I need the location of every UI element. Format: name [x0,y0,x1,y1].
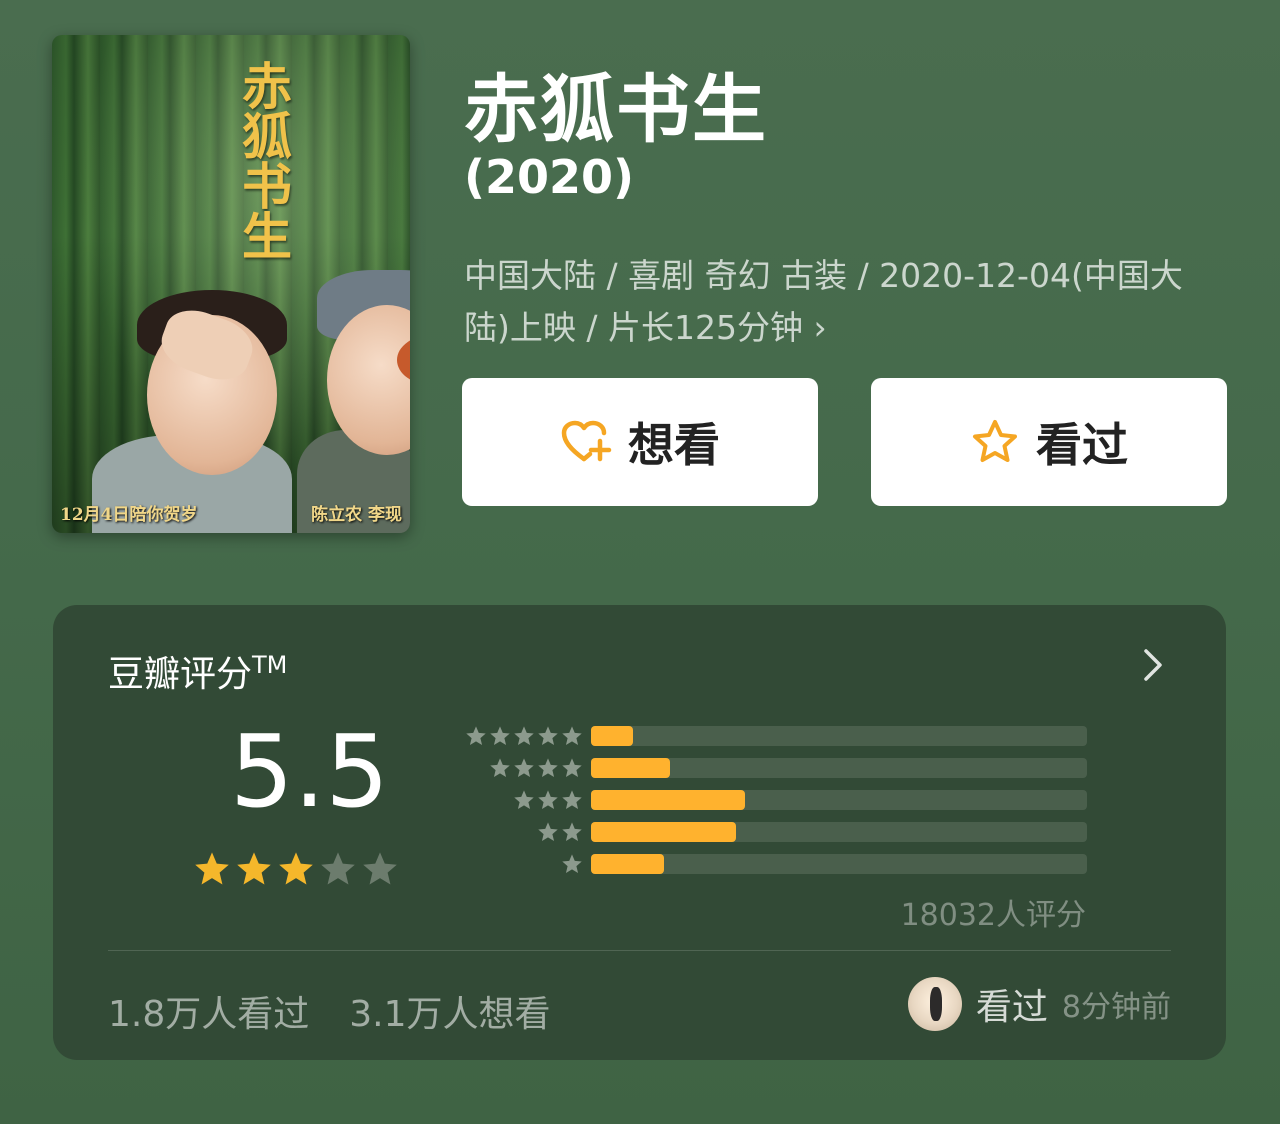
friend-activity[interactable]: 看过 8分钟前 [907,977,1171,1031]
watch-stats: 1.8万人看过 3.1万人想看 [108,985,551,1037]
movie-title: 赤狐书生 [464,67,768,153]
star-icon [466,726,486,745]
rating-bar-row [448,725,1093,747]
poster-release-caption: 12月4日陪你贺岁 [60,505,198,525]
rating-card-title: 豆瓣评分TM [108,645,287,697]
star-icon [538,726,558,745]
rating-bar-fill [591,822,736,842]
rating-score: 5.5 [230,713,390,830]
divider [108,950,1171,951]
rating-bar-stars [537,821,583,843]
star-icon [490,758,510,777]
seen-button-label: 看过 [1036,418,1128,472]
rating-bar-row [448,853,1093,875]
rating-title-text: 豆瓣评分 [108,654,253,695]
star-icon [279,852,313,885]
rating-bar-track [591,726,1087,746]
star-icon [562,758,582,777]
movie-poster[interactable]: 赤狐书生 12月4日陪你贺岁 陈立农 李现 [52,35,410,533]
rating-bar-row [448,821,1093,843]
poster-cast-caption: 陈立农 李现 [311,505,402,525]
star-icon [514,726,534,745]
star-icon [538,758,558,777]
rating-bar-stars [513,789,583,811]
friend-time: 8分钟前 [1061,990,1171,1025]
star-icon [195,852,229,885]
seen-button[interactable]: 看过 [871,378,1227,506]
star-icon [562,726,582,745]
rating-bar-stars [561,853,583,875]
rating-bar-fill [591,758,671,778]
star-outline-icon [973,420,1017,462]
star-icon [514,790,534,809]
trademark-mark: TM [252,651,288,679]
seen-count[interactable]: 1.8万人看过 [108,985,309,1037]
rating-bar-fill [591,726,633,746]
star-icon [363,852,397,885]
star-icon [562,854,582,873]
star-icon [538,822,558,841]
movie-year: (2020) [464,150,635,204]
chevron-right-icon[interactable] [1138,645,1168,685]
rating-bar-fill [591,854,665,874]
vote-count[interactable]: 18032人评分 [901,890,1086,934]
rating-bar-fill [591,790,745,810]
rating-bar-stars [465,725,583,747]
want-to-watch-button[interactable]: 想看 [462,378,818,506]
want-button-label: 想看 [628,418,720,472]
rating-bar-track [591,758,1087,778]
poster-calligraphy-title: 赤狐书生 [234,60,293,260]
rating-card[interactable]: 豆瓣评分TM 5.5 18032人评分 1.8万人看过 3.1万人想看 看过 8… [53,605,1226,1060]
rating-bar-track [591,790,1087,810]
friend-action: 看过 [975,987,1048,1028]
rating-stars [193,850,399,888]
star-icon [562,790,582,809]
heart-plus-icon [561,420,612,462]
star-icon [562,822,582,841]
avatar[interactable] [907,977,962,1031]
star-icon [514,758,534,777]
star-icon [538,790,558,809]
rating-bar-track [591,822,1087,842]
star-icon [490,726,510,745]
movie-meta-info[interactable]: 中国大陆 / 喜剧 奇幻 古装 / 2020-12-04(中国大陆)上映 / 片… [464,250,1224,354]
star-icon [321,852,355,885]
rating-bar-row [448,757,1093,779]
star-icon [237,852,271,885]
rating-bar-track [591,854,1087,874]
want-count[interactable]: 3.1万人想看 [349,985,550,1037]
rating-bar-stars [489,757,583,779]
rating-bar-row [448,789,1093,811]
